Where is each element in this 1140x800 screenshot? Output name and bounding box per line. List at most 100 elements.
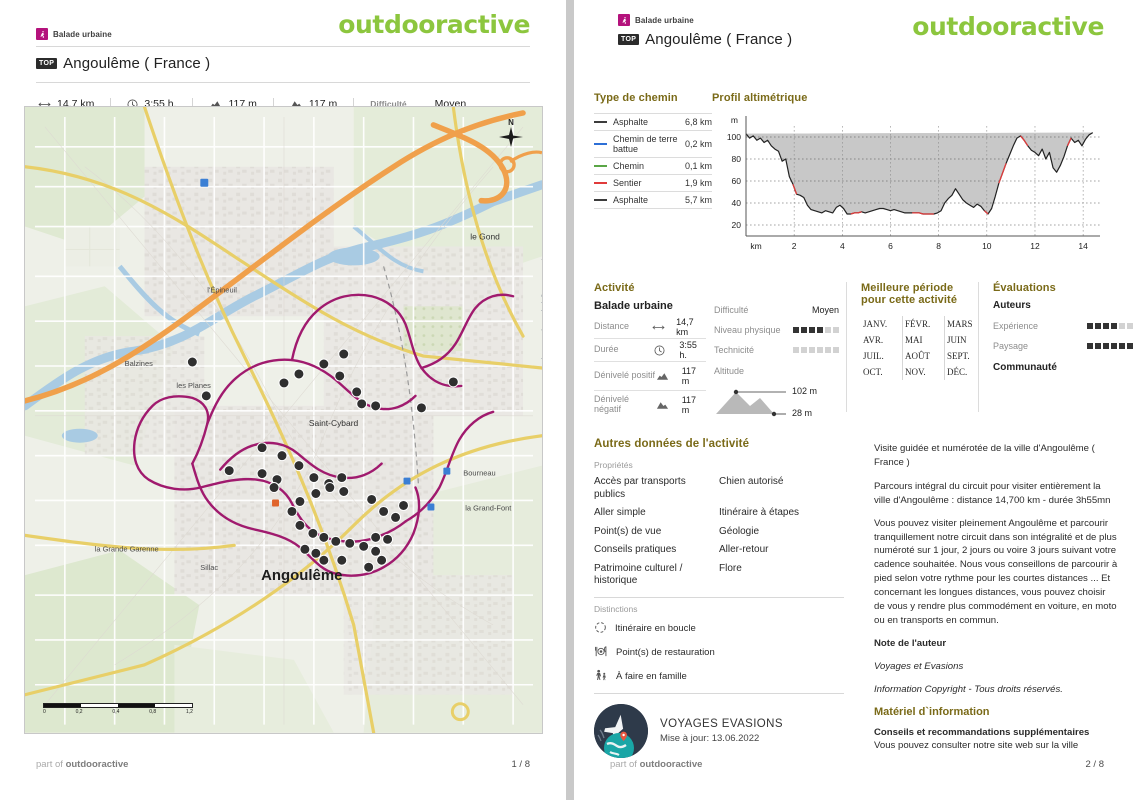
distance-icon [652,324,676,331]
material-title: Matériel d`information [874,705,990,718]
fitness-row: Niveau physique [714,320,839,340]
note-title: Note de l'auteur [874,637,947,649]
property-item: Accès par transports publics [594,476,686,500]
category-row: Balade urbaine [36,28,530,40]
author-info: VOYAGES EVASIONS Mise à jour: 13.06.2022 [660,718,783,744]
altitude-label: Altitude [714,366,745,376]
map-container[interactable]: le Gond Saint-Cybard les Planes Balzines… [24,106,543,734]
activity-key: Dénivelé négatif [594,394,630,414]
season-block: Meilleure période pour cette activité JA… [846,282,987,412]
properties-label: Propriétés [594,460,633,470]
altitude-min: 28 m [792,408,813,418]
author-updated: Mise à jour: 13.06.2022 [660,732,760,744]
landscape-dots [1087,343,1133,349]
svg-text:4: 4 [840,241,845,251]
properties-grid: Accès par transports publics Chien autor… [594,473,844,591]
map-scalebar: 0 0,2 0,4 0,8 1,2 [43,703,193,715]
property-item: Patrimoine culturel / historique [594,562,683,587]
hiker-icon [618,14,630,26]
page-title-text: Angoulême ( France ) [63,55,211,72]
difficulty-value: Moyen [811,305,839,315]
path-type-name: Chemin [613,160,645,171]
month-cell: FÉVR. [903,316,945,332]
compass-icon: N [496,117,526,151]
page-right: outdooractive Balade urbaine TOP Angoulê… [574,0,1140,800]
month-cell: JUIL. [861,348,903,364]
activity-row-ascent: Dénivelé positif 117 m [594,362,706,391]
clock-icon [654,345,679,356]
category-row-right: Balade urbaine [618,14,792,26]
svg-text:10: 10 [982,241,992,251]
property-item: Itinéraire à étapes [719,507,800,518]
path-type-name: Sentier [613,177,642,188]
restaurant-icon [594,645,608,661]
svg-text:Ma Campagne: Ma Campagne [297,732,353,733]
month-cell: NOV. [903,364,945,380]
fitness-label: Niveau physique [714,325,781,335]
page-left: outdooractive Balade urbaine TOP Angoulê… [0,0,566,800]
material-body: Conseils et recommandations supplémentai… [874,726,1118,754]
evaluations-title: Évaluations [993,282,1056,294]
map-attribution: © IGN, Données cartographiques © OpenStr… [541,245,543,397]
technique-row: Technicité [714,340,839,360]
copyright-text: Information Copyright - Tous droits rése… [874,683,1063,695]
month-cell: JANV. [861,316,903,332]
path-type-value: 6,8 km [684,117,712,127]
scale-tick-4: 1,2 [186,709,193,715]
landscape-label: Paysage [993,341,1029,351]
scale-tick-3: 0,8 [149,709,157,715]
svg-text:le Gond: le Gond [470,231,500,241]
path-type-swatch [594,199,607,201]
path-type-row: Asphalte 6,8 km [594,113,712,131]
svg-text:m: m [731,115,738,125]
activity-row-descent: Dénivelé négatif 117 m [594,391,706,419]
compass-north-label: N [508,118,514,127]
activity-value: 117 m [681,395,697,415]
svg-text:Angoulême: Angoulême [261,567,342,584]
document-spread: outdooractive Balade urbaine TOP Angoulê… [0,0,1140,800]
top-badge: TOP [36,58,58,69]
description-lead2: Parcours intégral du circuit pour visite… [874,480,1111,506]
material-line-2: Vous pouvez consulter notre site web sur… [874,740,1079,752]
month-cell: AVR. [861,332,903,348]
experience-dots [1087,323,1133,329]
page-title-text-right: Angoulême ( France ) [645,31,793,48]
note-author: Voyages et Evasions [874,660,964,672]
svg-text:6: 6 [888,241,893,251]
path-type-swatch [594,182,607,184]
elevation-profile-block: Profil altimétrique m 20 40 60 80 100 km 2 4 6 8 10… [712,92,1112,262]
category-label: Balade urbaine [53,29,112,39]
activity-value: 3:55 h. [679,340,697,360]
experience-label: Expérience [993,321,1039,331]
distinction-family: À faire en famille [594,665,844,689]
technique-dots [793,347,839,353]
map-canvas: le Gond Saint-Cybard les Planes Balzines… [25,107,542,733]
footer-partof: part of outdooractive [36,759,128,770]
distinction-loop: Itinéraire en boucle [594,617,844,641]
path-type-swatch [594,121,607,123]
brand-logo-right: outdooractive [912,12,1104,41]
altitude-max: 102 m [792,386,818,396]
distinctions-divider [594,692,844,694]
category-label-right: Balade urbaine [635,15,694,25]
authors-label: Auteurs [993,300,1031,311]
svg-text:12: 12 [1030,241,1040,251]
header-divider [36,46,530,47]
ascent-icon [656,372,682,381]
path-type-value: 5,7 km [684,195,712,205]
month-cell: MAI [903,332,945,348]
path-type-name: Chemin de terre battue [613,133,678,154]
footer-partof-right: part of outdooractive [610,759,702,770]
path-type-name: Asphalte [613,194,649,205]
activity-row-distance: Distance 14,7 km [594,316,706,339]
material-line-1: Conseils et recommandations supplémentai… [874,726,1090,738]
property-item: Conseils pratiques [594,544,677,555]
path-type-value: 0,1 km [684,161,712,171]
difficulty-label: Difficulté [714,305,749,315]
activity-title: Activité [594,282,635,294]
property-item: Chien autorisé [719,476,784,487]
scale-tick-0: 0 [43,709,46,715]
landscape-row: Paysage [993,336,1133,356]
months-grid: JANV. FÉVR. MARS AVR. MAI JUIN JUIL. AOÛ… [861,316,987,380]
svg-text:la Grande Garenne: la Grande Garenne [95,544,159,553]
